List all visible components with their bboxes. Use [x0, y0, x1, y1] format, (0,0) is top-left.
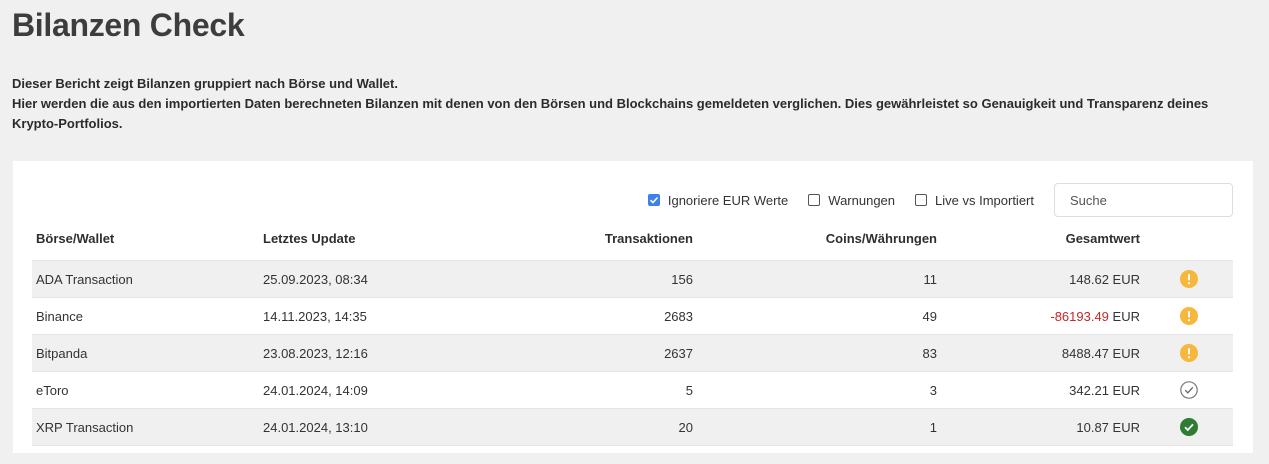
coins-count: 11 [697, 260, 941, 298]
balances-card: Ignoriere EUR Werte Warnungen Live vs Im… [13, 161, 1253, 453]
warnings-label: Warnungen [828, 192, 896, 208]
wallet-name: eToro [32, 371, 259, 409]
report-description: Dieser Bericht zeigt Bilanzen gruppiert … [12, 74, 1242, 134]
total-value: -86193.49 EUR [941, 297, 1144, 335]
status-cell [1144, 260, 1233, 298]
total-amount: 10.87 [1076, 419, 1109, 435]
transactions-count: 156 [449, 260, 697, 298]
table-row[interactable]: ADA Transaction 25.09.2023, 08:34 156 11… [32, 260, 1233, 298]
currency: EUR [1112, 345, 1140, 361]
live-vs-imported-checkbox[interactable]: Live vs Importiert [915, 193, 1034, 208]
coins-count: 1 [697, 408, 941, 446]
last-update: 14.11.2023, 14:35 [259, 297, 449, 335]
column-header-total[interactable]: Gesamtwert [941, 223, 1144, 261]
column-header-wallet[interactable]: Börse/Wallet [32, 223, 259, 261]
column-header-transactions[interactable]: Transaktionen [449, 223, 697, 261]
check-circle-filled-icon[interactable] [1179, 418, 1198, 436]
status-cell [1144, 334, 1233, 372]
total-amount: 8488.47 [1061, 345, 1109, 361]
wallet-name: XRP Transaction [32, 408, 259, 446]
total-value: 342.21 EUR [941, 371, 1144, 409]
last-update: 24.01.2024, 14:09 [259, 371, 449, 409]
warning-icon[interactable] [1179, 344, 1198, 362]
table-row[interactable]: Bitpanda 23.08.2023, 12:16 2637 83 8488.… [32, 334, 1233, 372]
wallet-name: Bitpanda [32, 334, 259, 372]
table-header-row: Börse/Wallet Letztes Update Transaktione… [32, 223, 1233, 261]
checkbox-unchecked-icon[interactable] [915, 194, 928, 206]
check-circle-outline-icon[interactable] [1179, 381, 1198, 399]
table-row[interactable]: XRP Transaction 24.01.2024, 13:10 20 1 1… [32, 408, 1233, 446]
live-vs-imported-label: Live vs Importiert [935, 192, 1034, 208]
total-amount-negative: -86193.49 [1050, 308, 1109, 324]
last-update: 23.08.2023, 12:16 [259, 334, 449, 372]
table-toolbar: Ignoriere EUR Werte Warnungen Live vs Im… [647, 183, 1233, 217]
total-value: 148.62 EUR [941, 260, 1144, 298]
currency: EUR [1112, 308, 1140, 324]
total-amount: 148.62 [1069, 271, 1109, 287]
status-cell [1144, 408, 1233, 446]
currency: EUR [1112, 271, 1140, 287]
coins-count: 49 [697, 297, 941, 335]
column-header-coins[interactable]: Coins/Währungen [697, 223, 941, 261]
wallet-name: Binance [32, 297, 259, 335]
intro-line-2: Hier werden die aus den importierten Dat… [12, 96, 1209, 131]
table-row[interactable]: eToro 24.01.2024, 14:09 5 3 342.21 EUR [32, 371, 1233, 409]
coins-count: 3 [697, 371, 941, 409]
warning-icon[interactable] [1179, 307, 1198, 325]
table-row[interactable]: Binance 14.11.2023, 14:35 2683 49 -86193… [32, 297, 1233, 335]
total-value: 10.87 EUR [941, 408, 1144, 446]
status-cell [1144, 297, 1233, 335]
status-cell [1144, 371, 1233, 409]
search-input[interactable] [1054, 183, 1233, 217]
total-amount: 342.21 [1069, 382, 1109, 398]
currency: EUR [1112, 382, 1140, 398]
transactions-count: 5 [449, 371, 697, 409]
total-value: 8488.47 EUR [941, 334, 1144, 372]
transactions-count: 2637 [449, 334, 697, 372]
checkbox-checked-icon[interactable] [647, 194, 660, 206]
intro-line-1: Dieser Bericht zeigt Bilanzen gruppiert … [12, 76, 398, 91]
coins-count: 83 [697, 334, 941, 372]
wallet-name: ADA Transaction [32, 260, 259, 298]
transactions-count: 20 [449, 408, 697, 446]
transactions-count: 2683 [449, 297, 697, 335]
ignore-eur-checkbox[interactable]: Ignoriere EUR Werte [647, 192, 789, 208]
page-title: Bilanzen Check [12, 7, 245, 43]
checkbox-unchecked-icon[interactable] [808, 194, 821, 206]
column-header-last-update[interactable]: Letztes Update [259, 223, 449, 261]
column-header-status [1144, 223, 1233, 261]
balances-table: Börse/Wallet Letztes Update Transaktione… [32, 223, 1233, 446]
warning-icon[interactable] [1179, 270, 1198, 288]
warnings-checkbox[interactable]: Warnungen [808, 193, 895, 208]
last-update: 24.01.2024, 13:10 [259, 408, 449, 446]
ignore-eur-label: Ignoriere EUR Werte [667, 192, 789, 208]
currency: EUR [1112, 419, 1140, 435]
last-update: 25.09.2023, 08:34 [259, 260, 449, 298]
